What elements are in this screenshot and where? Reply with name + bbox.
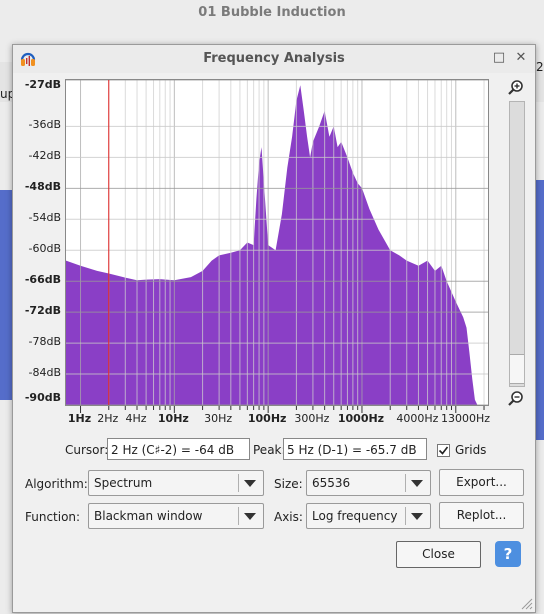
close-window-button[interactable]: ✕ bbox=[513, 50, 529, 66]
function-label: Function: bbox=[25, 510, 81, 524]
grids-checkbox[interactable] bbox=[437, 444, 450, 457]
dialog-titlebar[interactable]: Frequency Analysis □ ✕ bbox=[13, 45, 535, 73]
background-waveform-left bbox=[0, 190, 12, 400]
export-button[interactable]: Export... bbox=[439, 469, 524, 496]
axis-value: Log frequency bbox=[312, 509, 398, 523]
window-title: 01 Bubble Induction bbox=[198, 5, 346, 20]
y-tick-label: -60dB bbox=[28, 242, 62, 256]
algorithm-value: Spectrum bbox=[94, 476, 153, 490]
peak-readout: 5 Hz (D-1) = -65.7 dB bbox=[283, 438, 427, 460]
resize-grip-icon[interactable] bbox=[519, 596, 533, 610]
chevron-down-icon bbox=[244, 480, 256, 487]
background-right-text: 2 bbox=[536, 60, 544, 74]
cursor-label: Cursor: bbox=[65, 443, 109, 457]
y-tick-label: -72dB bbox=[24, 304, 61, 318]
checkmark-icon bbox=[438, 446, 449, 455]
zoom-slider[interactable] bbox=[509, 101, 525, 387]
axis-label: Axis: bbox=[274, 510, 303, 524]
chevron-down-icon bbox=[244, 513, 256, 520]
y-tick-label: -78dB bbox=[28, 335, 62, 349]
function-value: Blackman window bbox=[94, 509, 203, 523]
frequency-analysis-dialog: Frequency Analysis □ ✕ -27dB -36dB -42dB -4… bbox=[12, 44, 536, 613]
zoom-slider-thumb[interactable] bbox=[510, 354, 524, 384]
axis-select[interactable]: Log frequency bbox=[306, 503, 431, 529]
axis-select-separator bbox=[405, 507, 406, 525]
zoom-in-icon[interactable] bbox=[507, 79, 525, 97]
algorithm-label: Algorithm: bbox=[25, 477, 88, 491]
spectrum-svg bbox=[66, 80, 488, 405]
function-select[interactable]: Blackman window bbox=[88, 503, 264, 529]
y-tick-label: -48dB bbox=[24, 180, 61, 194]
y-tick-label: -42dB bbox=[28, 149, 62, 163]
y-tick-label: -54dB bbox=[28, 211, 62, 225]
y-tick-label: -27dB bbox=[24, 78, 61, 91]
spectrum-area bbox=[66, 85, 488, 405]
size-select-separator bbox=[405, 474, 406, 492]
zoom-out-icon[interactable] bbox=[507, 390, 525, 408]
x-tick-marks bbox=[80, 406, 485, 413]
help-icon[interactable]: ? bbox=[495, 541, 521, 567]
function-select-separator bbox=[238, 507, 239, 525]
spectrum-plot[interactable] bbox=[65, 79, 489, 406]
chevron-down-icon bbox=[411, 480, 423, 487]
algorithm-select-separator bbox=[238, 474, 239, 492]
y-tick-label: -66dB bbox=[24, 273, 61, 287]
close-button[interactable]: Close bbox=[396, 541, 481, 568]
dialog-title: Frequency Analysis bbox=[203, 51, 345, 66]
maximize-button[interactable]: □ bbox=[491, 50, 507, 66]
replot-button[interactable]: Replot... bbox=[439, 502, 524, 529]
size-label: Size: bbox=[274, 477, 303, 491]
algorithm-select[interactable]: Spectrum bbox=[88, 470, 264, 496]
cursor-readout: 2 Hz (C♯-2) = -64 dB bbox=[107, 438, 250, 460]
y-tick-label: -84dB bbox=[28, 366, 62, 380]
size-value: 65536 bbox=[312, 476, 351, 490]
chevron-down-icon bbox=[411, 513, 423, 520]
y-tick-label: -36dB bbox=[28, 118, 62, 132]
peak-label: Peak: bbox=[253, 443, 286, 457]
size-select[interactable]: 65536 bbox=[306, 470, 431, 496]
y-tick-label: -90dB bbox=[24, 391, 61, 404]
grids-label[interactable]: Grids bbox=[455, 443, 486, 457]
